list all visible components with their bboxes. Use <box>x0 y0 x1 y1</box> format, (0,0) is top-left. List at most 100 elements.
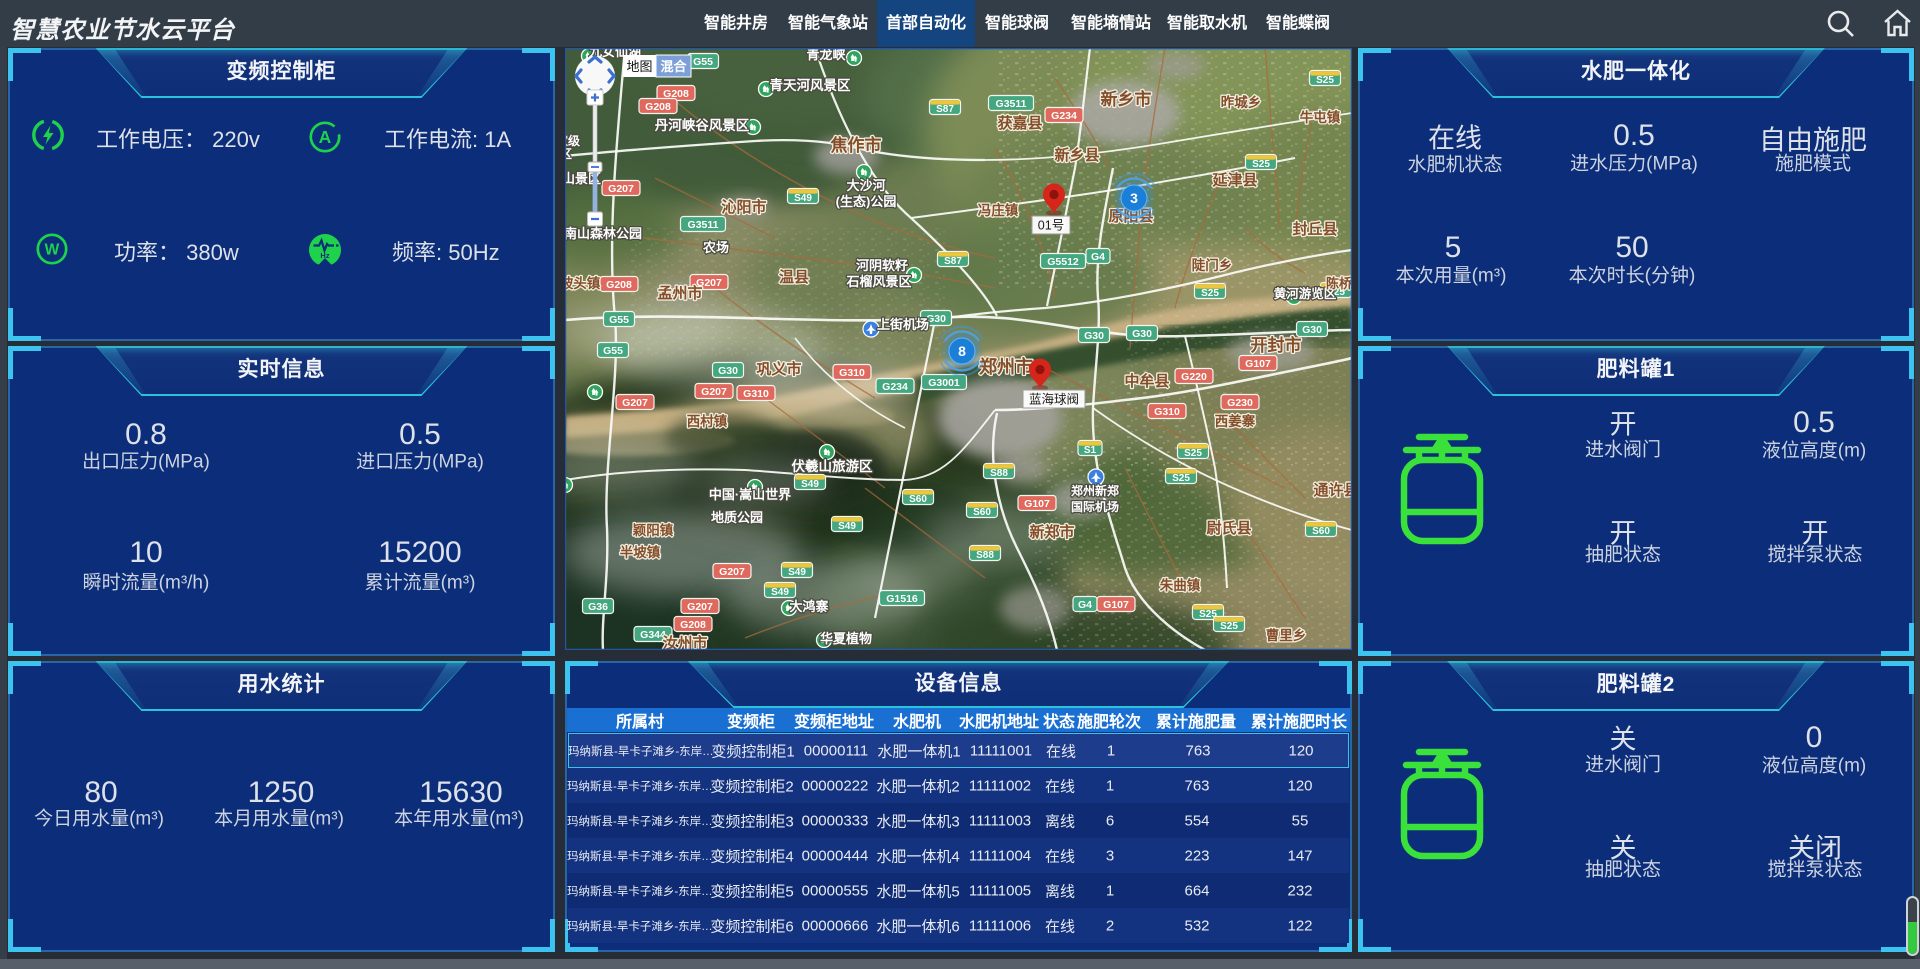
svg-text:S25: S25 <box>1252 159 1270 170</box>
svg-text:(生态)公园: (生态)公园 <box>836 194 897 209</box>
svg-text:S87: S87 <box>944 256 962 267</box>
svg-text:G107: G107 <box>1024 498 1050 510</box>
svg-text:W: W <box>45 242 60 259</box>
svg-text:孟州市: 孟州市 <box>657 284 702 302</box>
svg-text:S49: S49 <box>794 193 812 204</box>
svg-text:大鸿寨: 大鸿寨 <box>789 599 828 614</box>
svg-text:S49: S49 <box>771 587 789 598</box>
svg-text:巩义市: 巩义市 <box>756 360 801 378</box>
svg-text:8: 8 <box>958 343 966 359</box>
svg-text:西村镇: 西村镇 <box>687 413 728 429</box>
svg-text:国际机场: 国际机场 <box>1071 499 1119 514</box>
svg-text:丹河峡谷风景区: 丹河峡谷风景区 <box>655 117 750 133</box>
svg-text:G1516: G1516 <box>886 593 918 605</box>
svg-text:尉氏县: 尉氏县 <box>1206 519 1251 537</box>
svg-text:混合: 混合 <box>660 59 687 74</box>
svg-text:伏羲山旅游区: 伏羲山旅游区 <box>792 458 873 474</box>
svg-text:G4: G4 <box>1091 251 1105 263</box>
svg-text:G207: G207 <box>622 397 648 409</box>
svg-text:郑州新郑: 郑州新郑 <box>1071 483 1119 498</box>
svg-text:河阴软籽: 河阴软籽 <box>856 258 908 273</box>
svg-text:G30: G30 <box>1302 324 1322 336</box>
svg-text:农场: 农场 <box>702 240 729 255</box>
svg-text:半坡镇: 半坡镇 <box>620 544 661 560</box>
svg-text:坡头镇: 坡头镇 <box>565 275 601 291</box>
svg-text:S88: S88 <box>990 468 1008 479</box>
svg-text:封丘县: 封丘县 <box>1292 220 1337 238</box>
svg-text:冯庄镇: 冯庄镇 <box>978 202 1019 218</box>
svg-text:S25: S25 <box>1201 288 1219 299</box>
svg-text:G55: G55 <box>693 56 713 68</box>
svg-text:S25: S25 <box>1220 621 1238 632</box>
svg-text:G234: G234 <box>1051 110 1077 122</box>
svg-text:G3511: G3511 <box>996 98 1027 110</box>
svg-text:延津县: 延津县 <box>1211 171 1257 189</box>
svg-text:石榴风景区: 石榴风景区 <box>845 274 911 289</box>
svg-text:S60: S60 <box>973 507 991 518</box>
svg-text:G3001: G3001 <box>928 377 960 389</box>
svg-text:G36: G36 <box>588 601 608 613</box>
svg-text:G5512: G5512 <box>1047 256 1079 268</box>
svg-text:S49: S49 <box>788 567 806 578</box>
svg-text:G55: G55 <box>609 314 629 326</box>
svg-text:S25: S25 <box>1184 448 1202 459</box>
svg-text:新乡市: 新乡市 <box>1101 89 1152 109</box>
svg-text:G310: G310 <box>743 388 769 400</box>
svg-text:S49: S49 <box>838 521 856 532</box>
svg-text:大沙河: 大沙河 <box>846 178 885 193</box>
svg-text:蓝海球阀: 蓝海球阀 <box>1029 392 1079 407</box>
svg-text:郑州市: 郑州市 <box>979 356 1033 377</box>
svg-text:G234: G234 <box>882 381 908 393</box>
svg-text:S60: S60 <box>909 494 927 505</box>
svg-text:牛屯镇: 牛屯镇 <box>1300 109 1341 125</box>
svg-text:S25: S25 <box>1172 473 1190 484</box>
svg-text:颖阳镇: 颖阳镇 <box>633 522 674 538</box>
svg-text:G207: G207 <box>608 183 634 195</box>
svg-text:G30: G30 <box>926 313 946 325</box>
svg-text:中国·嵩山世界: 中国·嵩山世界 <box>709 487 791 502</box>
svg-text:G310: G310 <box>839 367 865 379</box>
svg-text:3: 3 <box>1130 190 1138 206</box>
svg-text:A: A <box>319 127 332 147</box>
svg-text:地图: 地图 <box>626 59 652 74</box>
svg-text:G207: G207 <box>687 601 713 613</box>
svg-text:青龙峡: 青龙峡 <box>806 48 846 62</box>
svg-text:地质公园: 地质公园 <box>711 510 763 525</box>
svg-text:S25: S25 <box>1316 75 1334 86</box>
svg-text:G207: G207 <box>719 566 745 578</box>
svg-text:S1: S1 <box>1084 445 1097 456</box>
svg-text:G310: G310 <box>1154 406 1180 418</box>
svg-text:青天河风景区: 青天河风景区 <box>770 77 851 93</box>
svg-text:曹里乡: 曹里乡 <box>1266 627 1307 643</box>
svg-text:G30: G30 <box>1132 328 1152 340</box>
svg-text:G30: G30 <box>718 365 738 377</box>
svg-text:温县: 温县 <box>779 269 809 286</box>
svg-text:沁阳市: 沁阳市 <box>721 198 766 216</box>
svg-text:陈桥: 陈桥 <box>1326 276 1352 291</box>
svg-text:G3511: G3511 <box>688 219 719 231</box>
svg-text:上街机场: 上街机场 <box>877 317 929 332</box>
svg-text:01号: 01号 <box>1038 219 1064 233</box>
svg-text:G30: G30 <box>1084 330 1104 342</box>
svg-text:新郑市: 新郑市 <box>1029 523 1074 541</box>
svg-text:南山森林公园: 南山森林公园 <box>565 226 642 241</box>
svg-text:S87: S87 <box>936 104 954 115</box>
svg-text:汝州市: 汝州市 <box>662 634 707 650</box>
svg-text:G208: G208 <box>680 619 706 631</box>
svg-text:G208: G208 <box>645 101 671 113</box>
svg-text:G55: G55 <box>603 345 623 357</box>
svg-text:昨城乡: 昨城乡 <box>1221 94 1262 110</box>
svg-text:中牟县: 中牟县 <box>1124 372 1169 390</box>
svg-text:G207: G207 <box>701 386 727 398</box>
svg-text:G107: G107 <box>1103 599 1129 611</box>
svg-text:G107: G107 <box>1245 358 1271 370</box>
svg-text:新乡县: 新乡县 <box>1054 146 1099 164</box>
svg-text:陡门乡: 陡门乡 <box>1192 257 1233 273</box>
svg-text:S60: S60 <box>1312 526 1330 537</box>
svg-text:获嘉县: 获嘉县 <box>997 114 1042 132</box>
svg-text:G208: G208 <box>606 279 632 291</box>
svg-text:家级: 家级 <box>565 133 580 148</box>
svg-text:西姜寨: 西姜寨 <box>1215 413 1256 429</box>
svg-text:焦作市: 焦作市 <box>830 135 882 155</box>
svg-text:G230: G230 <box>1227 397 1253 409</box>
